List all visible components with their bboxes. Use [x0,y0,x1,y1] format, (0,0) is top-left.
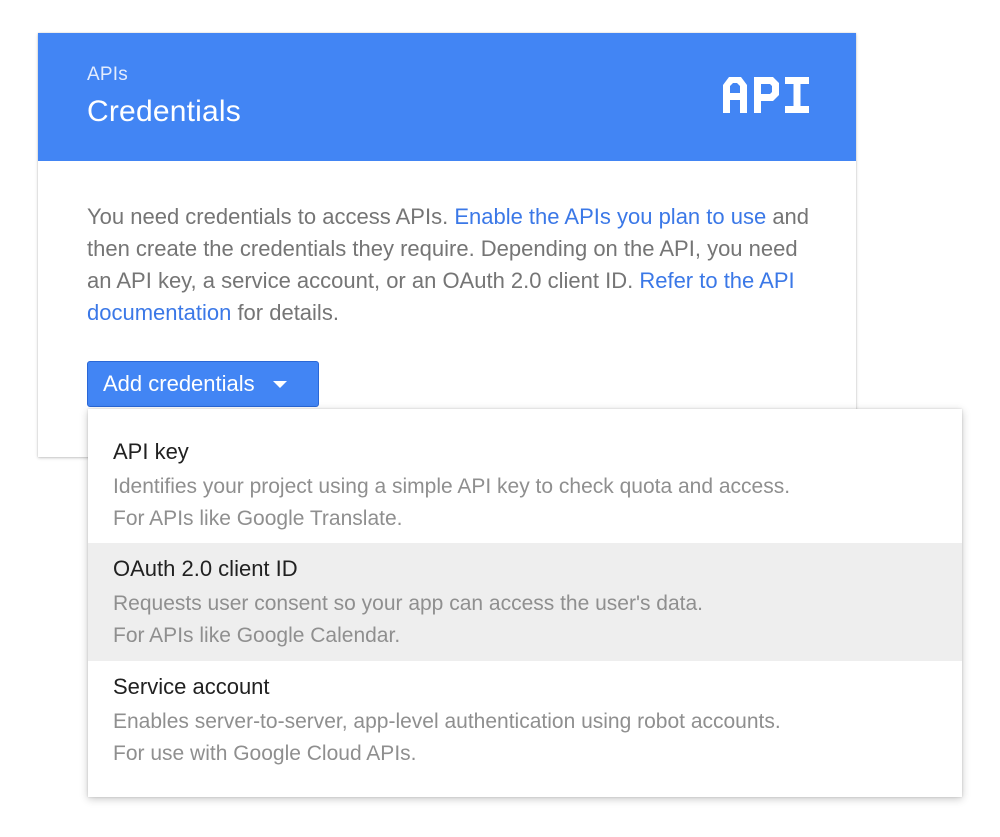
menu-item-description: For APIs like Google Translate. [113,507,403,530]
credentials-card: APIs Credentials You need credentials to… [38,33,856,457]
menu-item-description: For APIs like Google Calendar. [113,624,401,647]
menu-item-service-account[interactable]: Service account Enables server-to-server… [88,661,962,797]
enable-apis-link[interactable]: Enable the APIs you plan to use [454,204,766,229]
menu-item-title: Service account [113,674,270,699]
credentials-dropdown-menu: API key Identifies your project using a … [88,409,962,797]
caret-down-icon [272,380,287,388]
add-credentials-label: Add credentials [103,371,255,396]
intro-text-part: for details. [231,300,339,325]
intro-text: You need credentials to access APIs. Ena… [87,201,817,329]
add-credentials-button[interactable]: Add credentials [87,361,319,407]
menu-item-api-key[interactable]: API key Identifies your project using a … [88,409,962,543]
intro-text-part: You need credentials to access APIs. [87,204,455,229]
card-header: APIs Credentials [38,33,856,161]
menu-item-oauth-client-id[interactable]: OAuth 2.0 client ID Requests user consen… [88,543,962,661]
menu-item-description: For use with Google Cloud APIs. [113,742,417,765]
header-subtitle: APIs [87,64,128,85]
menu-item-description: Requests user consent so your app can ac… [113,592,704,615]
menu-item-title: API key [113,439,189,464]
menu-item-title: OAuth 2.0 client ID [113,556,298,581]
page-title: Credentials [87,95,241,128]
api-logo-icon [723,77,809,113]
menu-item-description: Enables server-to-server, app-level auth… [113,710,781,733]
menu-item-description: Identifies your project using a simple A… [113,475,791,498]
